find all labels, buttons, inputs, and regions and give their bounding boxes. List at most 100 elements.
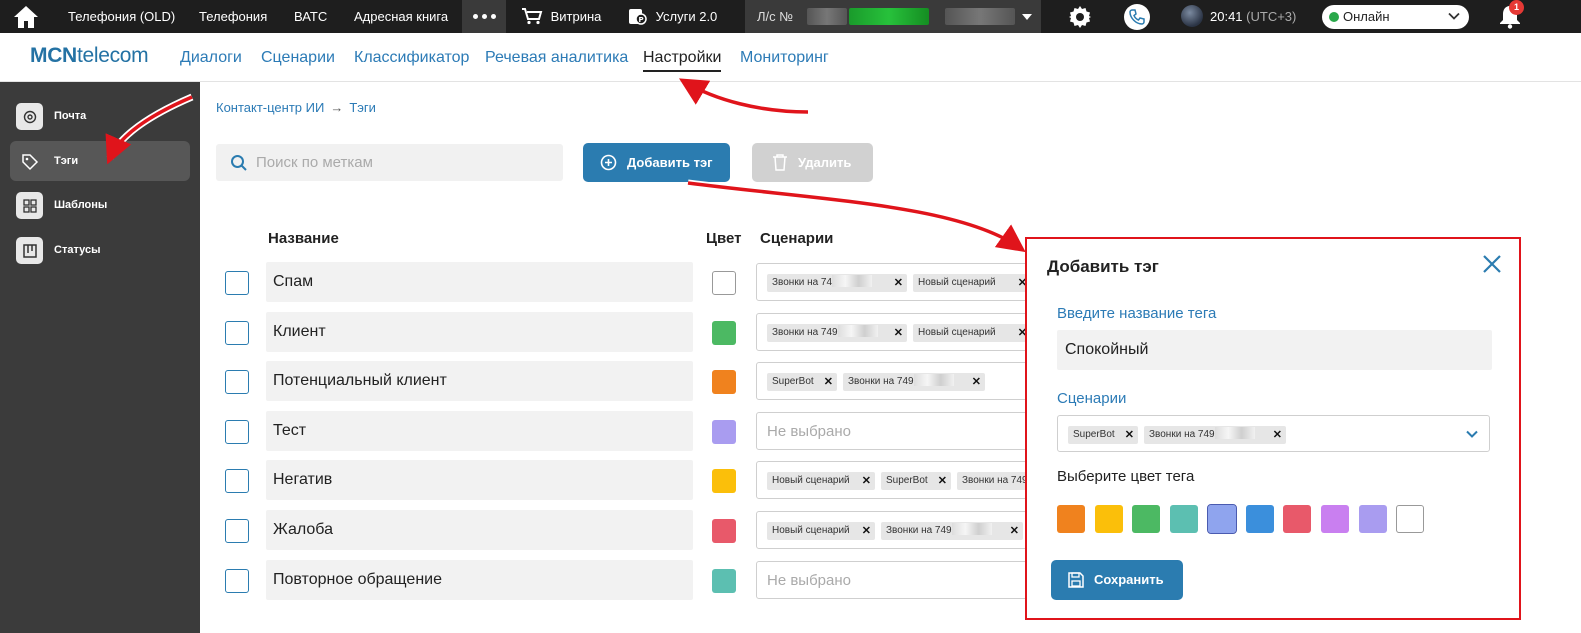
app-header: MCNtelecom Диалоги Сценарии Классификато… [0, 33, 1581, 82]
scenarios-select[interactable]: Не выбрано [756, 561, 1031, 599]
color-option[interactable] [1206, 504, 1237, 534]
scenario-chip: Новый сценарий ✕ [913, 324, 1030, 342]
remove-chip-icon[interactable]: ✕ [1010, 522, 1019, 540]
scenarios-select[interactable]: Новый сценарий ✕ SuperBot ✕ Звонки на 749 [756, 461, 1031, 499]
tag-color-swatch[interactable] [712, 370, 736, 394]
row-checkbox[interactable] [225, 321, 249, 345]
scenario-chip-label: Новый сценарий [918, 327, 996, 338]
row-checkbox[interactable] [225, 569, 249, 593]
redacted-mask [832, 275, 873, 287]
add-tag-dialog: Добавить тэг Введите название тега Сцена… [1025, 237, 1521, 620]
home-icon[interactable] [10, 3, 42, 30]
color-option[interactable] [1094, 505, 1123, 533]
close-icon[interactable] [1482, 254, 1502, 274]
tag-name[interactable]: Негатив [266, 460, 693, 500]
user-avatar[interactable] [1181, 5, 1203, 27]
color-option[interactable] [1170, 505, 1199, 533]
tag-color-swatch[interactable] [712, 321, 736, 345]
redacted-mask [913, 374, 954, 386]
tag-color-swatch[interactable] [712, 420, 736, 444]
tag-name-input[interactable] [1057, 330, 1492, 370]
topnav-services[interactable]: P Услуги 2.0 [628, 0, 717, 33]
row-checkbox[interactable] [225, 420, 249, 444]
nav-settings[interactable]: Настройки [643, 49, 722, 72]
tag-name[interactable]: Потенциальный клиент [266, 361, 693, 401]
scenarios-select[interactable]: Звонки на 74 ✕ Новый сценарий ✕ [756, 263, 1031, 301]
remove-chip-icon[interactable]: ✕ [938, 472, 947, 490]
color-option[interactable] [1396, 505, 1425, 533]
sidebar-item-mail[interactable]: Почта [10, 96, 190, 136]
delete-button[interactable]: Удалить [752, 143, 873, 182]
account-selector[interactable]: Л/с № [745, 0, 1041, 33]
color-option[interactable] [1057, 505, 1085, 533]
breadcrumb-root[interactable]: Контакт-центр ИИ [216, 100, 324, 115]
tag-name[interactable]: Спам [266, 262, 693, 302]
tag-name[interactable]: Клиент [266, 312, 693, 352]
status-selector[interactable]: Онлайн [1322, 5, 1469, 29]
color-option[interactable] [1358, 505, 1387, 533]
scenario-chip: Новый сценарий ✕ [913, 274, 1030, 292]
remove-chip-icon[interactable]: ✕ [894, 324, 903, 342]
search-icon [231, 155, 247, 171]
remove-chip-icon[interactable]: ✕ [894, 274, 903, 292]
scenario-chip: Звонки на 749 ✕ [767, 324, 907, 342]
scenario-chip-label: Звонки на 749 [886, 525, 952, 536]
topnav-address-book[interactable]: Адресная книга [354, 0, 448, 33]
scenarios-select[interactable]: Не выбрано [756, 412, 1031, 450]
scenario-chip: Звонки на 749 ✕ [843, 373, 985, 391]
remove-chip-icon[interactable]: ✕ [972, 373, 981, 391]
scenario-chip: SuperBot ✕ [767, 373, 837, 391]
plus-circle-icon [600, 154, 617, 171]
tag-color-swatch[interactable] [712, 519, 736, 543]
nav-speech-analytics[interactable]: Речевая аналитика [485, 49, 628, 67]
scenarios-multiselect[interactable]: SuperBot ✕ Звонки на 749 ✕ [1057, 415, 1490, 452]
color-option[interactable] [1245, 505, 1274, 533]
phone-icon[interactable] [1124, 4, 1150, 30]
color-option[interactable] [1283, 505, 1312, 533]
tag-color-swatch[interactable] [712, 469, 736, 493]
scenarios-select[interactable]: Звонки на 749 ✕ Новый сценарий ✕ [756, 313, 1031, 351]
redacted-mask [951, 523, 992, 535]
tag-name[interactable]: Тест [266, 411, 693, 451]
logo[interactable]: MCNtelecom [30, 44, 149, 68]
save-button[interactable]: Сохранить [1051, 560, 1183, 600]
remove-chip-icon[interactable]: ✕ [862, 472, 871, 490]
nav-scenarios[interactable]: Сценарии [261, 49, 335, 67]
chevron-down-icon[interactable] [1465, 427, 1479, 441]
color-option[interactable] [1132, 505, 1161, 533]
scenario-chip-label: Новый сценарий [772, 475, 850, 486]
scenarios-select[interactable]: SuperBot ✕ Звонки на 749 ✕ [756, 362, 1031, 400]
color-option[interactable] [1320, 505, 1349, 533]
nav-monitoring[interactable]: Мониторинг [740, 49, 829, 67]
remove-chip-icon[interactable]: ✕ [824, 373, 833, 391]
topnav-telephony[interactable]: Телефония [199, 0, 267, 33]
tag-name[interactable]: Повторное обращение [266, 560, 693, 600]
row-checkbox[interactable] [225, 271, 249, 295]
scenario-chip-label: Новый сценарий [918, 277, 996, 288]
sidebar-item-tags[interactable]: Тэги [10, 141, 190, 181]
nav-classifier[interactable]: Классификатор [354, 49, 469, 67]
tag-color-swatch[interactable] [712, 271, 736, 295]
breadcrumb-current[interactable]: Тэги [349, 100, 376, 115]
topnav-telephony-old[interactable]: Телефония (OLD) [68, 0, 175, 33]
tag-color-swatch[interactable] [712, 569, 736, 593]
sidebar-item-label: Почта [54, 110, 87, 122]
more-menu-icon[interactable] [462, 0, 506, 33]
settings-gear-icon[interactable] [1068, 5, 1092, 32]
nav-dialogs[interactable]: Диалоги [180, 49, 242, 67]
board-icon [16, 237, 43, 264]
sidebar-item-templates[interactable]: Шаблоны [10, 185, 190, 225]
tag-name[interactable]: Жалоба [266, 510, 693, 550]
add-tag-button[interactable]: Добавить тэг [583, 143, 730, 182]
remove-chip-icon[interactable]: ✕ [1273, 426, 1282, 444]
remove-chip-icon[interactable]: ✕ [1125, 426, 1134, 444]
row-checkbox[interactable] [225, 370, 249, 394]
search-input[interactable] [256, 144, 556, 181]
row-checkbox[interactable] [225, 519, 249, 543]
topnav-store[interactable]: Витрина [521, 0, 601, 33]
remove-chip-icon[interactable]: ✕ [862, 522, 871, 540]
row-checkbox[interactable] [225, 469, 249, 493]
scenarios-select[interactable]: Новый сценарий ✕ Звонки на 749 ✕ [756, 511, 1031, 549]
topnav-vats[interactable]: ВАТС [294, 0, 327, 33]
services-icon: P [629, 9, 647, 25]
